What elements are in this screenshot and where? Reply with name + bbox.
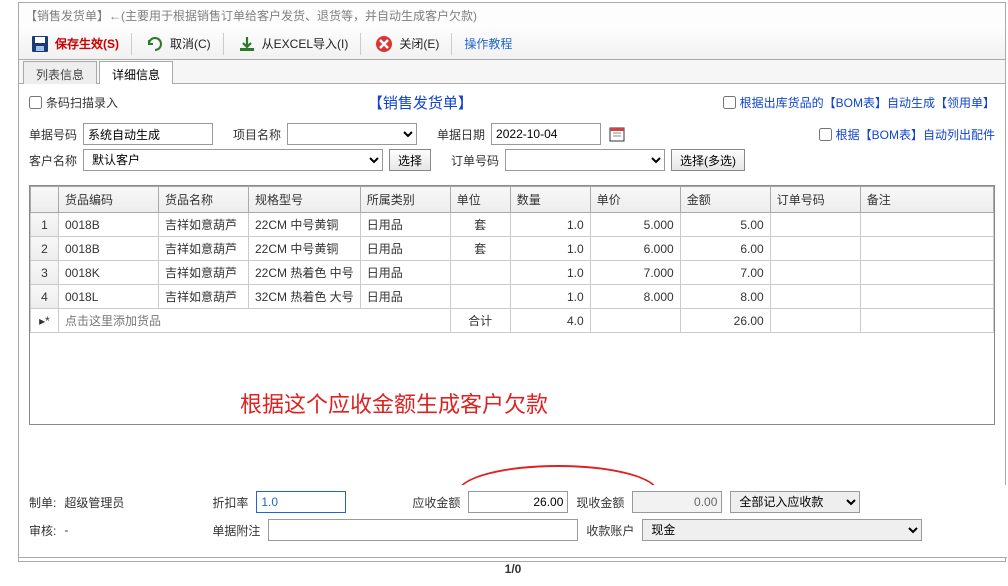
save-icon (29, 33, 51, 55)
close-icon (373, 33, 395, 55)
doc-date-input[interactable] (491, 123, 601, 145)
maker-label: 制单: (29, 494, 56, 511)
remark-label: 单据附注 (212, 522, 260, 539)
cancel-button[interactable]: 取消(C) (138, 31, 217, 57)
paid-amount-input (632, 491, 722, 513)
calendar-icon[interactable] (607, 124, 627, 144)
undo-icon (144, 33, 166, 55)
order-no-select[interactable] (505, 149, 665, 171)
save-button[interactable]: 保存生效(S) (23, 31, 125, 57)
import-button[interactable]: 从EXCEL导入(I) (230, 31, 355, 57)
bom-parts-link[interactable]: 根据【BOM表】自动列出配件 (819, 126, 995, 143)
table-row[interactable]: 30018K吉祥如意葫芦22CM 热着色 中号日用品1.07.0007.00 (31, 261, 994, 285)
discount-input[interactable] (256, 491, 346, 513)
acct-select[interactable]: 现金 (642, 519, 922, 541)
pager: 1/0 (19, 558, 1007, 580)
close-button[interactable]: 关闭(E) (367, 31, 445, 57)
table-row[interactable]: 10018B吉祥如意葫芦22CM 中号黄铜日用品套1.05.0005.00 (31, 213, 994, 237)
grid-header-row: 货品编码 货品名称 规格型号 所属类别 单位 数量 单价 金额 订单号码 备注 (31, 187, 994, 213)
recv-label: 应收金额 (412, 494, 460, 511)
cust-select-button[interactable]: 选择 (389, 149, 431, 171)
table-row[interactable]: 20018B吉祥如意葫芦22CM 中号黄铜日用品套1.06.0006.00 (31, 237, 994, 261)
footer: 制单: 超级管理员 折扣率 应收金额 现收金额 全部记入应收款 审核: - 单据… (19, 485, 1007, 558)
maker-value: 超级管理员 (64, 494, 204, 511)
doc-no-label: 单据号码 (29, 126, 77, 143)
proj-label: 项目名称 (233, 126, 281, 143)
proj-select[interactable] (287, 123, 417, 145)
recv-amount-input[interactable] (468, 491, 568, 513)
auditor-label: 审核: (29, 522, 56, 539)
items-grid[interactable]: 货品编码 货品名称 规格型号 所属类别 单位 数量 单价 金额 订单号码 备注 … (29, 185, 995, 425)
tab-list[interactable]: 列表信息 (23, 61, 97, 84)
cust-select[interactable]: 默认客户 (83, 149, 383, 171)
window-title: 【销售发货单】←(主要用于根据销售订单给客户发货、退货等，并自动生成客户欠款) (19, 3, 1005, 28)
acct-label: 收款账户 (586, 522, 634, 539)
add-total-row[interactable]: ▸*点击这里添加货品合计4.026.00 (31, 309, 994, 333)
table-row[interactable]: 40018L吉祥如意葫芦32CM 热着色 大号日用品1.08.0008.00 (31, 285, 994, 309)
paid-type-select[interactable]: 全部记入应收款 (730, 491, 860, 513)
doc-date-label: 单据日期 (437, 126, 485, 143)
import-icon (236, 33, 258, 55)
order-no-label: 订单号码 (451, 152, 499, 169)
auditor-value: - (64, 523, 204, 537)
bom-auto-checkbox[interactable]: 根据出库货品的【BOM表】自动生成【领用单】 (723, 94, 995, 111)
help-link[interactable]: 操作教程 (458, 33, 518, 54)
tab-detail[interactable]: 详细信息 (99, 61, 173, 84)
scan-checkbox[interactable]: 条码扫描录入 (29, 94, 118, 111)
tabs: 列表信息 详细信息 (19, 60, 1005, 84)
cust-label: 客户名称 (29, 152, 77, 169)
order-multi-select-button[interactable]: 选择(多选) (671, 149, 745, 171)
discount-label: 折扣率 (212, 494, 248, 511)
page-title: 【销售发货单】 (368, 92, 473, 113)
toolbar: 保存生效(S) 取消(C) 从EXCEL导入(I) 关闭(E) 操作教程 (19, 28, 1005, 60)
remark-input[interactable] (268, 519, 578, 541)
doc-no-input[interactable] (83, 123, 213, 145)
paid-label: 现收金额 (576, 494, 624, 511)
